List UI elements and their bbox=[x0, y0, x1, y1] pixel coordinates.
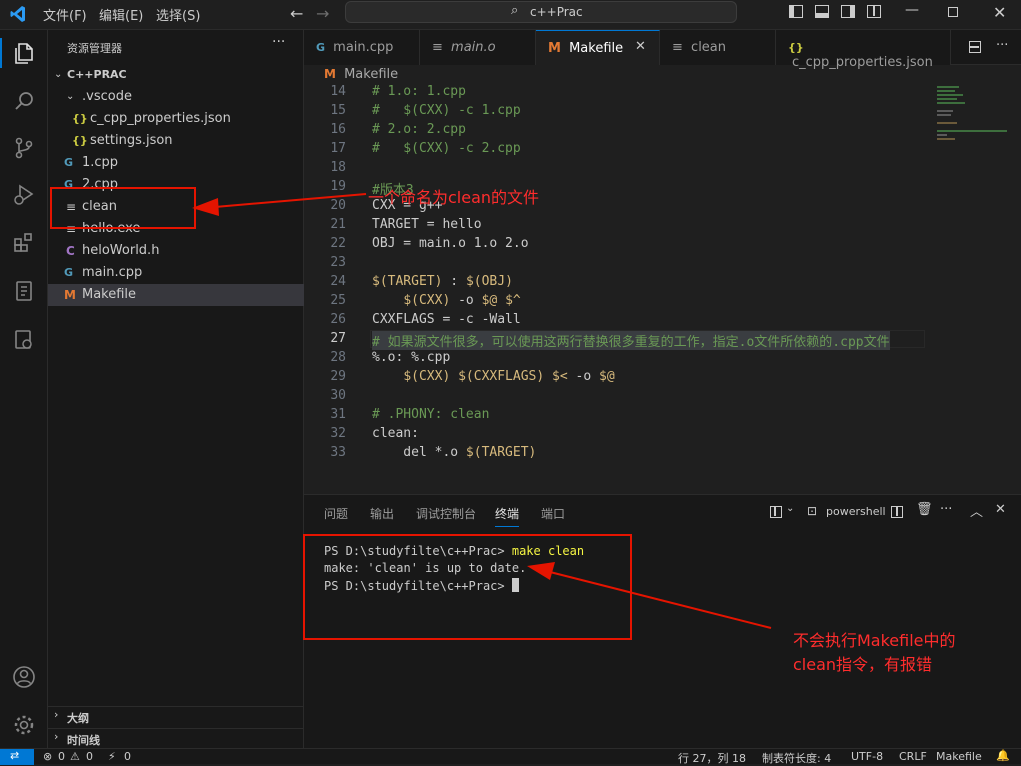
annotation-arrow-2 bbox=[549, 571, 772, 629]
annotation-arrowhead-2 bbox=[527, 562, 555, 580]
annotation-arrow-1 bbox=[214, 193, 367, 208]
annotation-arrows bbox=[192, 193, 772, 629]
annotation-arrowhead-1 bbox=[192, 198, 219, 216]
